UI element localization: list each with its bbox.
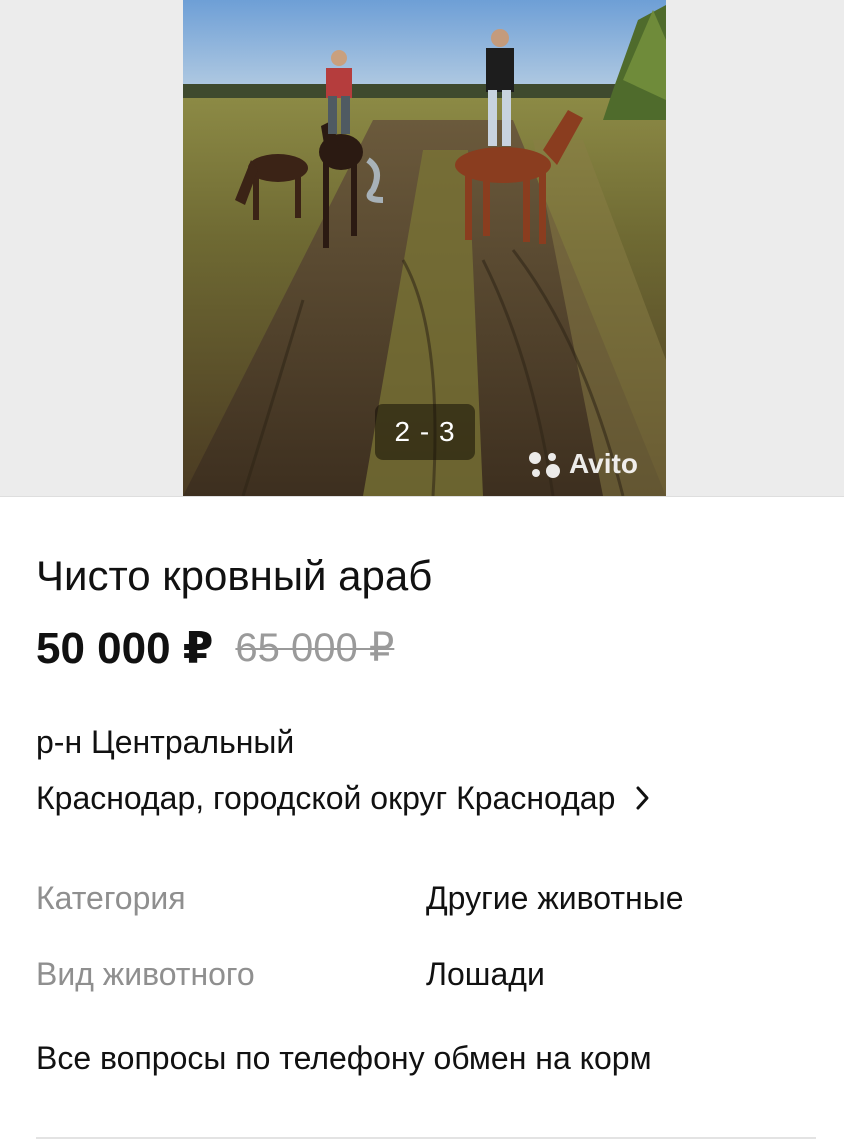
- price-row: 50 000 ₽ 65 000 ₽: [36, 620, 394, 676]
- listing-title: Чисто кровный араб: [36, 552, 433, 599]
- photo-gallery[interactable]: 2 - 3 Avito: [0, 0, 844, 497]
- chevron-right-icon: [635, 785, 651, 811]
- address-link[interactable]: Краснодар, городской округ Краснодар: [36, 776, 651, 820]
- param-value-category: Другие животные: [426, 880, 684, 916]
- param-label-animal-type: Вид животного: [36, 956, 255, 992]
- photo-counter: 2 - 3: [375, 404, 475, 460]
- location-address: Краснодар, городской округ Краснодар: [36, 780, 616, 816]
- location-district: р-н Центральный: [36, 724, 295, 760]
- listing-description: Все вопросы по телефону обмен на корм: [36, 1040, 652, 1076]
- watermark-text: Avito: [569, 448, 638, 479]
- old-price: 65 000 ₽: [235, 626, 395, 670]
- avito-watermark: Avito: [527, 446, 638, 482]
- param-label-category: Категория: [36, 880, 186, 916]
- section-divider: [36, 1137, 816, 1139]
- current-price: 50 000 ₽: [36, 623, 214, 673]
- param-value-animal-type: Лошади: [426, 956, 545, 992]
- avito-logo-icon: [529, 452, 560, 478]
